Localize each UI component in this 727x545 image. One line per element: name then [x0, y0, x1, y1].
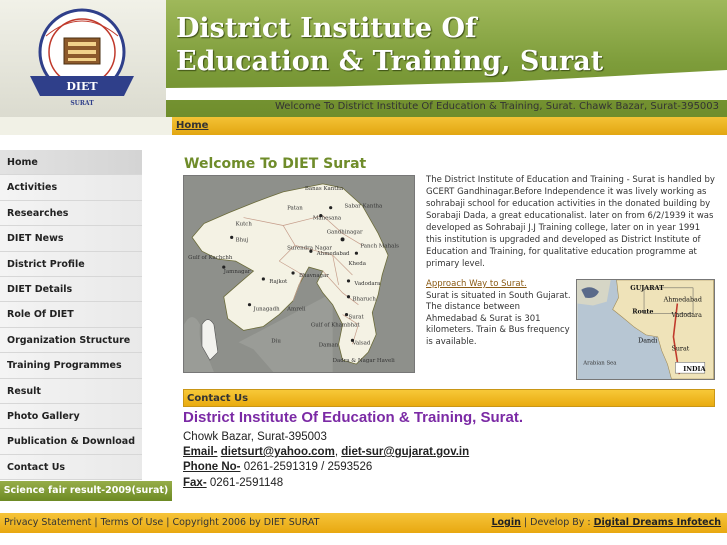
- nav-item-training-programmes[interactable]: Training Programmes: [0, 353, 142, 379]
- map-label-kheda: Kheda: [348, 261, 366, 267]
- site-title-line2: Education & Training, Surat: [176, 46, 604, 77]
- tagline: Welcome To District Institute Of Educati…: [275, 101, 720, 112]
- footer-develop-by: | Develop By :: [523, 517, 591, 528]
- map-marker: [340, 237, 345, 242]
- map-marker: [346, 295, 351, 299]
- map-marker: [291, 271, 295, 275]
- map-marker: [346, 279, 351, 283]
- approach-way-link[interactable]: Approach Way to Surat.: [426, 279, 527, 289]
- map-label-mahesana: Mahesana: [313, 216, 342, 222]
- map-label-amreli: Amreli: [286, 307, 306, 313]
- developer-link[interactable]: Digital Dreams Infotech: [594, 517, 721, 528]
- map-marker: [319, 214, 323, 218]
- contact-us-bar: Contact Us: [183, 389, 715, 407]
- nav-item-role-of-diet[interactable]: Role Of DIET: [0, 302, 142, 328]
- route-map-city-vadodara: Vadodara: [670, 311, 702, 319]
- nav-item-contact-us[interactable]: Contact Us: [0, 454, 142, 481]
- site-title: District Institute Of Education & Traini…: [176, 12, 603, 78]
- contact-institute-name: District Institute Of Education & Traini…: [183, 409, 524, 426]
- contact-address: Chowk Bazar, Surat-395003: [183, 431, 327, 443]
- map-label-vadodara: Vadodara: [353, 281, 381, 287]
- map-label-gulf-of-kachchh: Gulf of Kachchh: [188, 255, 233, 261]
- contact-email-label: Email-: [183, 446, 218, 458]
- route-map-route-label: Route: [632, 307, 653, 315]
- site-title-line1: District Institute Of: [176, 13, 477, 44]
- map-label-bhuj: Bhuj: [236, 237, 249, 243]
- map-label-jamnagar: Jamnagar: [223, 269, 251, 275]
- map-label-gulf-of-khambhat: Gulf of Khambhat: [311, 322, 361, 328]
- login-link[interactable]: Login: [491, 517, 520, 528]
- map-label-bhavnagar: Bhavnagar: [299, 273, 329, 279]
- map-marker: [309, 249, 313, 253]
- map-label-dadra-nagar-haveli: Dadra & Nagar Haveli: [333, 358, 395, 364]
- map-label-kutch: Kutch: [236, 221, 253, 227]
- footer-copyright: Privacy Statement | Terms Of Use | Copyr…: [4, 517, 320, 528]
- map-marker: [329, 206, 333, 210]
- intro-paragraph: The District Institute of Education and …: [426, 175, 715, 269]
- map-label-panch-mahals: Panch Mahals: [360, 243, 399, 249]
- map-marker: [344, 313, 349, 317]
- route-map-state-label: GUJARAT: [630, 284, 664, 292]
- nav-item-researches[interactable]: Researches: [0, 200, 142, 227]
- nav-item-diet-details[interactable]: DIET Details: [0, 276, 142, 303]
- surat-route-map: GUJARAT Route Ahmedabad Vadodara Surat D…: [576, 279, 715, 380]
- map-label-junagadh: Junagadh: [252, 307, 280, 313]
- gujarat-district-map: Banas Kantha Sabar Kantha Mahesana Patan…: [183, 175, 415, 373]
- contact-email-separator: ,: [334, 446, 339, 458]
- map-marker: [222, 265, 226, 269]
- approach-text: Surat is situated in South Gujarat. The …: [426, 291, 571, 347]
- map-label-patan: Patan: [287, 206, 303, 212]
- nav-item-result[interactable]: Result: [0, 378, 142, 404]
- contact-phone-value: 0261-2591319 / 2593526: [243, 461, 373, 473]
- route-map-city-ahmedabad: Ahmedabad: [663, 296, 702, 304]
- nav-item-photo-gallery[interactable]: Photo Gallery: [0, 403, 142, 430]
- map-marker: [230, 235, 234, 239]
- contact-email-link-yahoo[interactable]: dietsurt@yahoo.com: [221, 446, 335, 458]
- sidebar-nav: Home Activities Researches DIET News Dis…: [0, 150, 142, 481]
- route-map-city-dandi: Dandi: [638, 337, 657, 345]
- route-map-sea-label: Arabian Sea: [582, 360, 617, 366]
- logo-subtext: SURAT: [70, 100, 94, 107]
- map-label-daman: Daman: [319, 342, 339, 348]
- map-marker: [354, 251, 358, 255]
- nav-item-organization-structure[interactable]: Organization Structure: [0, 327, 142, 354]
- map-marker: [350, 338, 355, 342]
- map-label-valsad: Valsad: [351, 340, 370, 346]
- breadcrumb-left-panel: [0, 117, 172, 135]
- map-marker: [261, 277, 265, 281]
- map-label-surat: Surat: [348, 315, 364, 321]
- nav-item-publication-download[interactable]: Publication & Download: [0, 429, 142, 455]
- nav-item-home[interactable]: Home: [0, 150, 142, 176]
- contact-email-link-gujarat[interactable]: diet-sur@gujarat.gov.in: [341, 446, 469, 458]
- logo-panel: DIET SURAT: [0, 0, 166, 123]
- logo-text: DIET: [66, 80, 98, 93]
- footer-links: Login | Develop By : Digital Dreams Info…: [491, 517, 721, 528]
- route-map-city-surat: Surat: [671, 345, 689, 353]
- diet-logo[interactable]: DIET SURAT: [26, 6, 138, 110]
- nav-item-activities[interactable]: Activities: [0, 175, 142, 201]
- nav-item-diet-news[interactable]: DIET News: [0, 226, 142, 252]
- contact-fax-value: 0261-2591148: [209, 477, 284, 489]
- page: DIET SURAT District Institute Of Educati…: [0, 0, 727, 545]
- map-label-gandhinagar: Gandhinagar: [327, 229, 363, 235]
- contact-fax-label: Fax-: [183, 477, 207, 489]
- contact-phone-label: Phone No-: [183, 461, 241, 473]
- route-map-country-label: INDIA: [683, 365, 705, 373]
- map-marker: [247, 303, 252, 307]
- map-label-ahmedabad: Ahmedabad: [316, 251, 350, 257]
- map-label-diu: Diu: [271, 338, 281, 344]
- map-label-bharuch: Bharuch: [352, 297, 376, 303]
- science-fair-result-button[interactable]: Science fair result-2009(surat): [0, 481, 172, 501]
- breadcrumb-home-link[interactable]: Home: [176, 120, 208, 131]
- nav-item-district-profile[interactable]: District Profile: [0, 251, 142, 277]
- map-label-rajkot: Rajkot: [269, 279, 288, 285]
- welcome-heading: Welcome To DIET Surat: [184, 156, 367, 172]
- map-label-banas-kantha: Banas Kantha: [305, 186, 344, 192]
- map-label-sabar-kantha: Sabar Kantha: [345, 204, 384, 210]
